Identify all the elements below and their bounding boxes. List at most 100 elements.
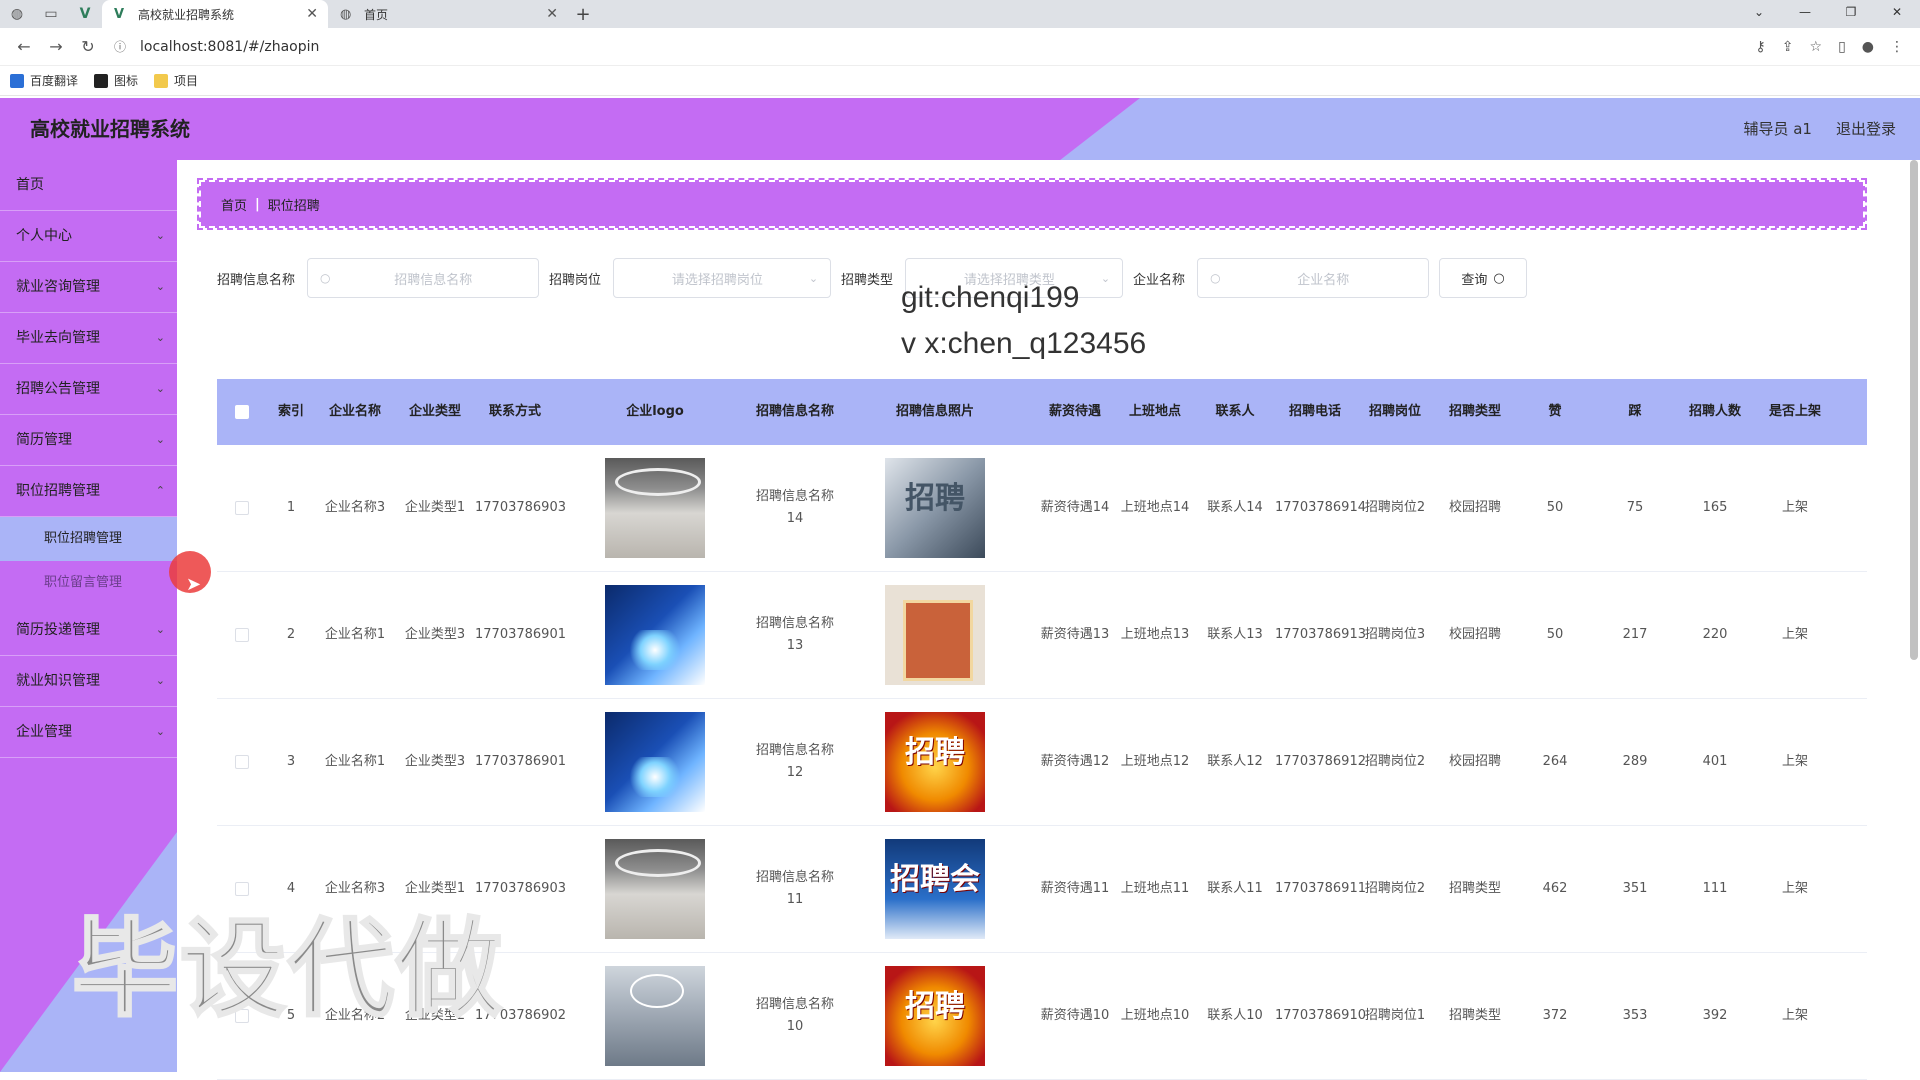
info-name-input[interactable]: ○ 招聘信息名称 [307, 258, 540, 298]
cursor-icon: ➤ [186, 574, 202, 595]
placeholder: 请选择招聘岗位 [671, 272, 763, 288]
vue-icon[interactable]: V [68, 0, 102, 28]
placeholder: 企业名称 [1297, 272, 1350, 288]
recruit-photo-image[interactable]: 招聘 [885, 966, 985, 1066]
photo-cell: 招聘 [835, 712, 1035, 812]
query-button[interactable]: 查询 ○ [1439, 258, 1528, 298]
sidebar-item-consult[interactable]: 就业咨询管理 ⌄ [0, 262, 177, 313]
table-cell: 3 [286, 754, 296, 769]
select-all-checkbox[interactable] [235, 405, 249, 419]
sidebar-item-graduate[interactable]: 毕业去向管理 ⌄ [0, 313, 177, 364]
table-cell: 企业名称1 [324, 627, 386, 642]
table-cell: 联系人12 [1207, 754, 1263, 769]
globe-icon[interactable]: ◍ [0, 0, 34, 28]
close-icon[interactable]: ✕ [546, 6, 558, 22]
company-logo-image[interactable] [605, 458, 705, 558]
table-row[interactable]: 1 企业名称3 企业类型1 17703786903 招聘信息名称14 招聘 薪资待遇14 上班… [217, 445, 1867, 572]
table-cell: 392 [1702, 1008, 1728, 1023]
logout-link[interactable]: 退出登录 [1836, 98, 1896, 160]
recruit-photo-image[interactable]: 招聘 [885, 712, 985, 812]
sidebar-item-knowledge[interactable]: 就业知识管理 ⌄ [0, 656, 177, 707]
sidebar-item-recruit[interactable]: 职位招聘管理 ⌃ [0, 466, 177, 517]
blank-tab-icon[interactable]: ▭ [34, 0, 68, 28]
search-icon: ○ [1493, 270, 1505, 286]
sidebar-item-company[interactable]: 企业管理 ⌄ [0, 707, 177, 758]
sidebar-subitem-recruit[interactable]: 职位招聘管理 [0, 517, 177, 561]
reload-icon[interactable]: ↻ [72, 37, 104, 56]
recruit-photo-image[interactable]: 招聘 [885, 458, 985, 558]
forward-icon[interactable]: → [40, 37, 72, 56]
page-scrollbar[interactable] [1910, 160, 1918, 660]
key-icon[interactable]: ⚷ [1756, 39, 1766, 55]
filter-bar: 招聘信息名称 ○ 招聘信息名称 招聘岗位 请选择招聘岗位 ⌄ 招聘类型 请选择招… [217, 258, 1528, 298]
table-cell: 401 [1702, 754, 1728, 769]
bookmark-item[interactable]: 百度翻译 [10, 72, 78, 89]
restore-icon[interactable]: ❐ [1828, 0, 1874, 24]
profile-icon[interactable]: ● [1862, 39, 1874, 55]
table-cell: 招聘信息名称12 [755, 743, 834, 780]
app-header: 高校就业招聘系统 辅导员 a1 退出登录 [0, 98, 1920, 160]
table-cell: 上班地点13 [1120, 627, 1190, 642]
sidebar-item-home[interactable]: 首页 [0, 160, 177, 211]
breadcrumb-home[interactable]: 首页 [221, 195, 247, 214]
share-icon[interactable]: ⇪ [1782, 39, 1794, 55]
minimize-icon[interactable]: — [1782, 0, 1828, 24]
chevron-down-icon: ⌄ [155, 725, 165, 738]
photo-cell: 招聘 [835, 458, 1035, 558]
recruit-photo-image[interactable] [885, 585, 985, 685]
column-header: 企业logo [626, 404, 684, 419]
new-tab-icon[interactable]: + [568, 0, 598, 28]
sidebar-item-personal[interactable]: 个人中心 ⌄ [0, 211, 177, 262]
app-title: 高校就业招聘系统 [30, 117, 190, 141]
table-row[interactable]: 2 企业名称1 企业类型3 17703786901 招聘信息名称13 薪资待遇13 上班地点… [217, 572, 1867, 699]
menu-icon[interactable]: ⋮ [1890, 39, 1904, 55]
close-icon[interactable]: ✕ [1874, 0, 1920, 24]
sidebar-subitem-message[interactable]: 职位留言管理 [0, 561, 177, 605]
chevron-down-icon: ⌄ [808, 271, 819, 285]
row-checkbox[interactable] [235, 501, 249, 515]
table-cell: 17703786903 [475, 500, 566, 515]
table-cell: 220 [1702, 627, 1728, 642]
back-icon[interactable]: ← [8, 37, 40, 56]
company-logo-image[interactable] [605, 585, 705, 685]
column-header: 招聘信息照片 [895, 404, 974, 419]
chevron-down-icon: ⌄ [155, 433, 165, 446]
sidepanel-icon[interactable]: ▯ [1838, 39, 1846, 55]
close-icon[interactable]: ✕ [306, 6, 318, 22]
table-cell: 招聘岗位2 [1364, 500, 1426, 515]
bookmarks-bar: 百度翻译 图标 项目 [0, 66, 1920, 96]
tab-active[interactable]: V 高校就业招聘系统 ✕ [102, 0, 328, 28]
table-row[interactable]: 3 企业名称1 企业类型3 17703786901 招聘信息名称12 招聘 薪资待遇12 上班… [217, 699, 1867, 826]
table-cell: 联系人14 [1207, 500, 1263, 515]
sidebar-item-delivery[interactable]: 简历投递管理 ⌄ [0, 605, 177, 656]
position-select[interactable]: 请选择招聘岗位 ⌄ [613, 258, 832, 298]
tab-inactive[interactable]: ◍ 首页 ✕ [328, 0, 568, 28]
info-icon[interactable]: ⓘ [114, 38, 132, 55]
chevron-down-icon: ⌄ [155, 229, 165, 242]
bookmark-item[interactable]: 图标 [94, 72, 138, 89]
company-logo-image[interactable] [605, 839, 705, 939]
column-header: 招聘岗位 [1368, 404, 1421, 419]
company-logo-image[interactable] [605, 712, 705, 812]
photo-text: 招聘会 [890, 862, 980, 897]
sidebar-item-resume[interactable]: 简历管理 ⌄ [0, 415, 177, 466]
table-cell: 上架 [1781, 500, 1808, 515]
table-cell: 联系人11 [1207, 881, 1263, 896]
recruit-photo-image[interactable]: 招聘会 [885, 839, 985, 939]
table-cell: 111 [1702, 881, 1728, 896]
table-cell: 招聘岗位1 [1364, 1008, 1426, 1023]
sidebar-item-notice[interactable]: 招聘公告管理 ⌄ [0, 364, 177, 415]
row-checkbox[interactable] [235, 755, 249, 769]
row-checkbox[interactable] [235, 628, 249, 642]
bookmark-item[interactable]: 项目 [154, 72, 198, 89]
company-logo-image[interactable] [605, 966, 705, 1066]
star-icon[interactable]: ☆ [1810, 39, 1823, 55]
url-field[interactable]: ⓘ localhost:8081/#/zhaopin [114, 38, 319, 55]
table-cell: 薪资待遇12 [1040, 754, 1110, 769]
company-input[interactable]: ○ 企业名称 [1197, 258, 1430, 298]
column-header: 踩 [1628, 404, 1642, 419]
chevron-down-icon[interactable]: ⌄ [1736, 0, 1782, 24]
table-cell: 招聘信息名称10 [755, 997, 834, 1034]
placeholder: 招聘信息名称 [394, 272, 473, 288]
column-header: 企业名称 [328, 404, 381, 419]
